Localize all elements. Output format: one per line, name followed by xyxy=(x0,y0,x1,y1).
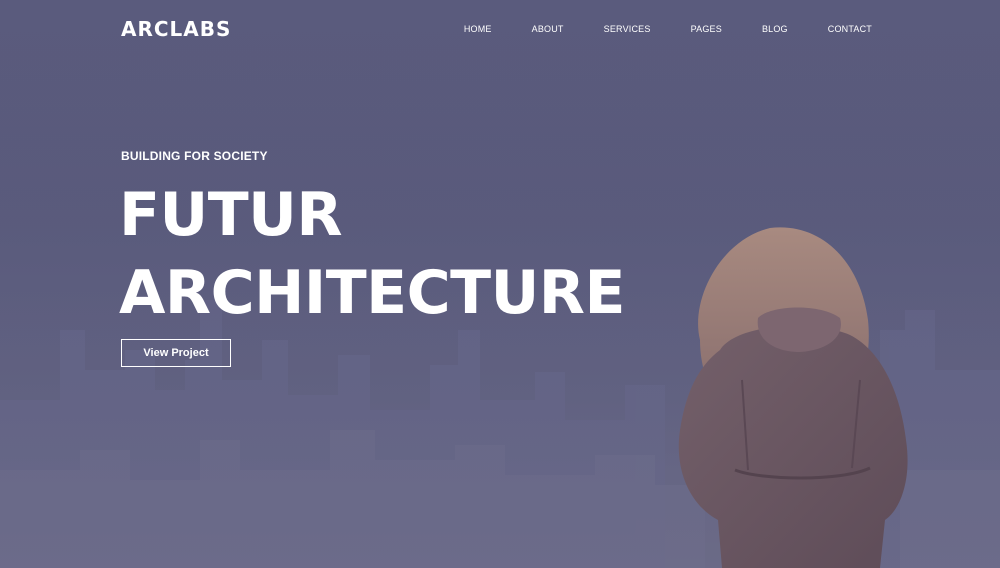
nav-link-services[interactable]: SERVICES xyxy=(604,24,651,34)
brand-logo[interactable]: ARCLABS xyxy=(121,17,231,41)
nav-link-home[interactable]: HOME xyxy=(464,24,492,34)
hero-headline-line1: FUTUR xyxy=(119,180,343,250)
main-nav: HOME ABOUT SERVICES PAGES BLOG CONTACT xyxy=(464,24,872,34)
hero-eyebrow: BUILDING FOR SOCIETY xyxy=(121,149,268,163)
nav-link-contact[interactable]: CONTACT xyxy=(828,24,872,34)
hero-headline-line2: ARCHITECTURE xyxy=(119,258,626,328)
view-project-button[interactable]: View Project xyxy=(121,339,231,367)
nav-link-pages[interactable]: PAGES xyxy=(691,24,722,34)
nav-link-blog[interactable]: BLOG xyxy=(762,24,788,34)
nav-link-about[interactable]: ABOUT xyxy=(532,24,564,34)
hero-headline: FUTUR ARCHITECTURE xyxy=(119,176,626,332)
hero-section: ARCLABS HOME ABOUT SERVICES PAGES BLOG C… xyxy=(0,0,1000,568)
top-navbar: ARCLABS HOME ABOUT SERVICES PAGES BLOG C… xyxy=(0,0,1000,58)
